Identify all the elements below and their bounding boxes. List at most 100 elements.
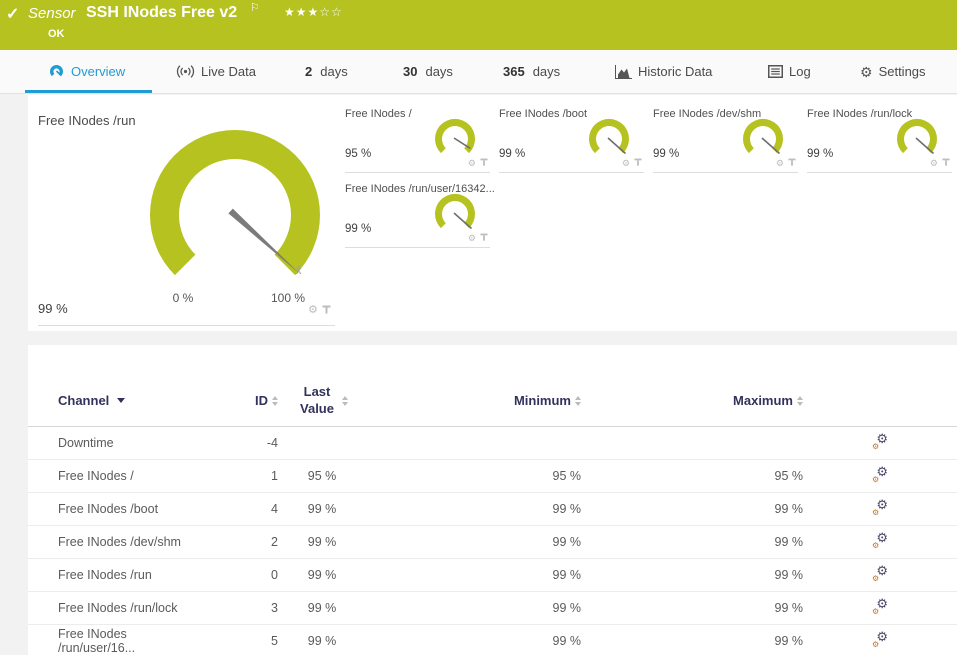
channel-name: Downtime [58, 436, 114, 450]
column-header-channel[interactable]: Channel [28, 393, 188, 408]
channel-id: 4 [271, 502, 278, 516]
gear-icon[interactable]: ⚙ [468, 158, 476, 168]
channel-last-value: 99 % [307, 634, 337, 648]
channel-settings-gears-icon[interactable]: ⚙ ⚙ [872, 465, 888, 484]
gauge-value: 99 % [499, 148, 526, 160]
stars-filled[interactable]: ★★★ [284, 5, 319, 19]
channel-last-value: 99 % [307, 601, 337, 615]
tab-live-data[interactable]: Live Data [176, 50, 256, 93]
column-header-minimum[interactable]: Minimum [366, 393, 581, 408]
table-body: Downtime -4 ⚙ ⚙ Free INodes / 1 95 % 95 %… [28, 427, 957, 655]
channel-maximum: 99 % [774, 535, 804, 549]
priority-stars[interactable]: ★★★☆☆ [284, 5, 343, 19]
prtg-sensor-page: ✓ Sensor SSH INodes Free v2 ⚐ ★★★☆☆ OK O… [0, 0, 957, 655]
tab-number: 30 [403, 64, 418, 79]
gauge-value: 99 % [345, 223, 372, 235]
active-tab-underline [25, 90, 152, 93]
channel-minimum: 99 % [552, 634, 582, 648]
tab-2-days[interactable]: 2 days [305, 50, 348, 93]
flag-icon[interactable]: ⚐ [250, 1, 260, 14]
gauge-max-label: 100 % [270, 291, 306, 305]
log-list-icon [768, 65, 783, 78]
sensor-title: SSH INodes Free v2 [86, 4, 238, 21]
tab-label: Settings [878, 64, 926, 79]
channel-minimum: 99 % [552, 601, 582, 615]
channel-settings-gears-icon[interactable]: ⚙ ⚙ [872, 630, 888, 649]
channel-minimum: 99 % [552, 535, 582, 549]
table-row: Downtime -4 ⚙ ⚙ [28, 427, 957, 460]
channel-settings-gears-icon[interactable]: ⚙ ⚙ [872, 564, 888, 583]
tab-log[interactable]: Log [768, 50, 811, 93]
pin-icon[interactable] [634, 158, 642, 168]
table-row: Free INodes /boot 4 99 % 99 % 99 % ⚙ ⚙ [28, 493, 957, 526]
overview-gauges-panel: Free INodes /run x̄ 0 % 100 % 99 % ⚙ Fre… [28, 95, 957, 331]
gauge-cell: Free INodes /dev/shm 99 % ⚙ [653, 108, 798, 173]
channel-name: Free INodes /run/user/16... [58, 627, 136, 655]
channel-settings-gears-icon[interactable]: ⚙ ⚙ [872, 597, 888, 616]
gear-icon[interactable]: ⚙ [622, 158, 630, 168]
channel-settings-gears-icon[interactable]: ⚙ ⚙ [872, 498, 888, 517]
sort-arrows-icon [342, 395, 348, 406]
sensor-status-header: ✓ Sensor SSH INodes Free v2 ⚐ ★★★☆☆ OK [0, 0, 957, 50]
pin-icon[interactable] [942, 158, 950, 168]
tab-label: Log [789, 64, 811, 79]
gauge-value: 95 % [345, 148, 372, 160]
status-badge: OK [48, 28, 65, 40]
channel-last-value: 99 % [307, 535, 337, 549]
gear-icon[interactable]: ⚙ [308, 305, 318, 316]
pin-icon[interactable] [480, 158, 488, 168]
tab-overview[interactable]: Overview [48, 50, 125, 93]
channel-last-value: 95 % [307, 469, 337, 483]
channel-maximum: 99 % [774, 601, 804, 615]
channel-id: 1 [271, 469, 278, 483]
tab-label: Live Data [201, 64, 256, 79]
tab-365-days[interactable]: 365 days [503, 50, 560, 93]
channel-minimum: 99 % [552, 502, 582, 516]
pin-icon[interactable] [322, 305, 331, 316]
gauge-title: Free INodes /run [38, 113, 136, 128]
sort-desc-caret-icon [117, 398, 126, 403]
channel-name: Free INodes /dev/shm [58, 535, 181, 549]
gauge-title: Free INodes /boot [499, 108, 588, 120]
column-header-last-value[interactable]: Last Value [278, 384, 366, 418]
pin-icon[interactable] [788, 158, 796, 168]
settings-gear-icon: ⚙ [860, 63, 873, 80]
channel-id: 2 [271, 535, 278, 549]
channel-id: 0 [271, 568, 278, 582]
channel-last-value: 99 % [307, 568, 337, 582]
gear-icon[interactable]: ⚙ [930, 158, 938, 168]
channel-name: Free INodes /run/lock [58, 601, 178, 615]
tab-30-days[interactable]: 30 days [403, 50, 453, 93]
gauge-cell: Free INodes /run/user/16342... 99 % ⚙ [345, 183, 495, 248]
primary-gauge-chart [150, 129, 320, 276]
tab-historic-data[interactable]: Historic Data [615, 50, 712, 93]
tab-label: days [425, 64, 453, 79]
pin-icon[interactable] [480, 233, 488, 243]
column-header-id[interactable]: ID [188, 393, 278, 408]
gauge-title: Free INodes / [345, 108, 412, 120]
gear-icon[interactable]: ⚙ [776, 158, 784, 168]
gear-icon[interactable]: ⚙ [468, 233, 476, 243]
stars-empty[interactable]: ☆☆ [319, 5, 343, 19]
gauge-cell: Free INodes / 95 % ⚙ [345, 108, 490, 173]
channel-maximum: 99 % [774, 502, 804, 516]
gauge-cell: Free INodes /boot 99 % ⚙ [499, 108, 644, 173]
channel-last-value: 99 % [307, 502, 337, 516]
channel-maximum: 95 % [774, 469, 804, 483]
column-header-maximum[interactable]: Maximum [581, 393, 803, 408]
sort-arrows-icon [797, 395, 803, 406]
channel-name: Free INodes /boot [58, 502, 159, 516]
tab-label: days [532, 64, 561, 79]
tab-label: Historic Data [638, 64, 713, 79]
status-check-icon: ✓ [6, 6, 20, 23]
channel-settings-gears-icon[interactable]: ⚙ ⚙ [872, 432, 888, 451]
channel-settings-gears-icon[interactable]: ⚙ ⚙ [872, 531, 888, 550]
channel-name: Free INodes / [58, 469, 134, 483]
tab-settings[interactable]: ⚙ Settings [860, 50, 926, 93]
channels-table-panel: Channel ID Last Value Minimum Maximum Do… [28, 345, 957, 655]
table-row: Free INodes /run 0 99 % 99 % 99 % ⚙ ⚙ [28, 559, 957, 592]
gauge-icon [50, 65, 63, 77]
broadcast-icon [176, 65, 195, 78]
tab-label: days [320, 64, 348, 79]
channel-id: -4 [266, 436, 278, 450]
